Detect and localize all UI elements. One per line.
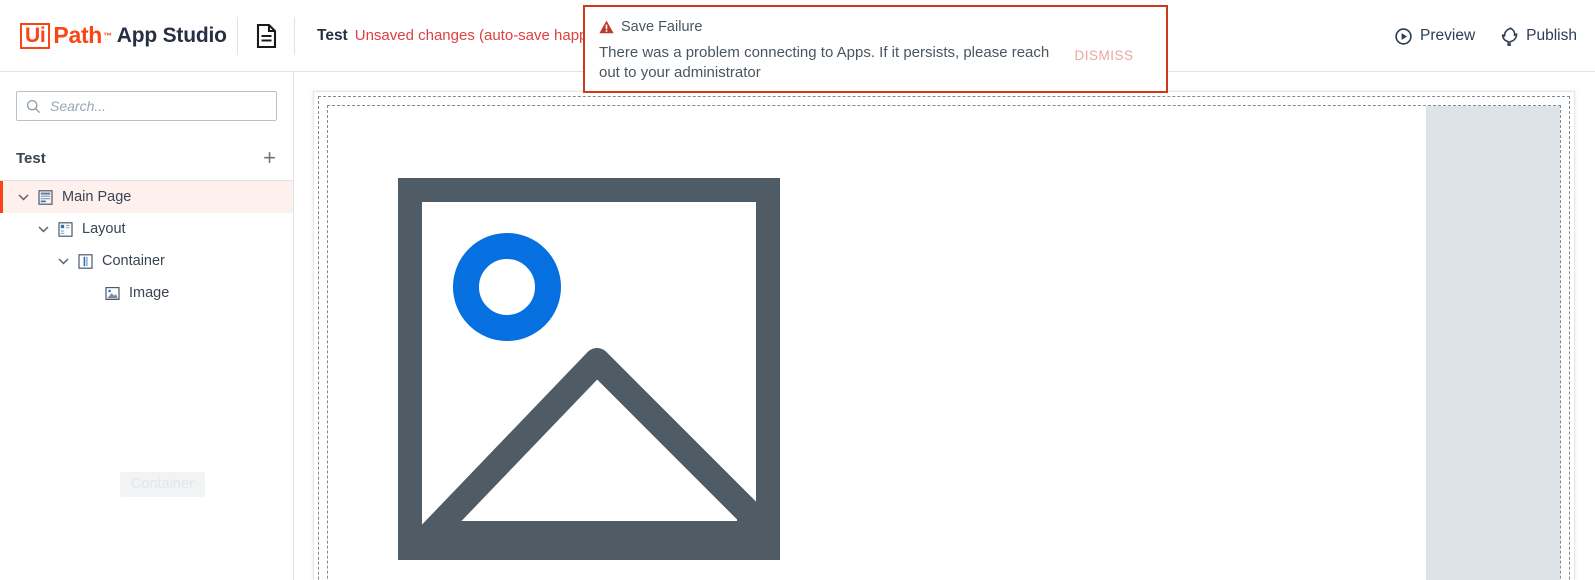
play-circle-icon	[1395, 27, 1412, 45]
tree-item-main-page[interactable]: Main Page	[0, 181, 293, 213]
app-title-area: Test Unsaved changes (auto-save happens	[295, 27, 612, 45]
chevron-down-icon[interactable]	[16, 190, 30, 204]
image-element[interactable]	[398, 178, 780, 560]
publish-button[interactable]: Publish	[1501, 26, 1577, 46]
publish-label: Publish	[1526, 27, 1577, 44]
image-icon	[104, 285, 120, 301]
page-frame	[313, 91, 1575, 580]
preview-button[interactable]: Preview	[1395, 27, 1475, 45]
brand-logo[interactable]: Ui Path ™ App Studio	[0, 0, 237, 72]
project-name: Test	[16, 149, 46, 167]
logo-path-text: Path	[53, 22, 103, 48]
publish-bolt-icon	[1501, 26, 1518, 46]
notification-message: There was a problem connecting to Apps. …	[599, 44, 1050, 81]
tree-label-main-page: Main Page	[62, 189, 132, 205]
app-studio-window: Ui Path ™ App Studio Test Unsaved change…	[0, 0, 1595, 580]
tree-label-container: Container	[102, 253, 165, 269]
notification-title-row: Save Failure	[599, 19, 1056, 35]
page-icon	[37, 189, 53, 205]
tree-label-layout: Layout	[82, 221, 126, 237]
chevron-down-icon[interactable]	[36, 222, 50, 236]
layout-outline[interactable]	[318, 96, 1570, 580]
product-name: App Studio	[116, 23, 227, 47]
logo-trademark: ™	[103, 30, 112, 41]
dismiss-button[interactable]: DISMISS	[1074, 48, 1133, 63]
document-icon-button[interactable]	[238, 0, 294, 72]
app-name: Test	[317, 26, 348, 44]
document-icon	[256, 23, 277, 48]
warning-triangle-icon	[599, 20, 614, 34]
notification-body: Save Failure There was a problem connect…	[599, 19, 1056, 81]
drag-ghost-label: Container	[120, 472, 205, 497]
search-box[interactable]	[16, 91, 277, 121]
uipath-logo: Ui Path ™ App Studio	[20, 22, 227, 49]
component-tree: Main Page Layout Container Image Contain…	[0, 181, 293, 497]
top-bar-actions: Preview Publish	[1395, 0, 1577, 72]
tree-item-layout[interactable]: Layout	[0, 213, 293, 245]
container-dropzone[interactable]	[1426, 106, 1560, 580]
notification-dismiss-area: DISMISS	[1056, 19, 1152, 81]
search-input[interactable]	[50, 98, 267, 114]
tree-item-container[interactable]: Container	[0, 245, 293, 277]
notification-title: Save Failure	[621, 19, 703, 35]
container-icon	[77, 253, 93, 269]
layout-icon	[57, 221, 73, 237]
preview-label: Preview	[1420, 27, 1476, 44]
tree-label-image: Image	[129, 285, 170, 301]
logo-ui-mark: Ui	[20, 22, 51, 49]
unsaved-changes-status: Unsaved changes (auto-save happens	[354, 26, 612, 44]
sidebar: Test + Main Page	[0, 72, 294, 580]
project-header-row: Test +	[0, 136, 293, 180]
design-canvas[interactable]	[295, 72, 1595, 580]
image-placeholder-icon	[398, 178, 780, 560]
tree-item-image[interactable]: Image	[0, 277, 293, 309]
container-outline[interactable]	[327, 105, 1561, 580]
add-component-button[interactable]: +	[263, 147, 276, 169]
chevron-down-icon[interactable]	[56, 254, 70, 268]
save-failure-notification: Save Failure There was a problem connect…	[583, 5, 1168, 93]
search-icon	[26, 99, 41, 114]
